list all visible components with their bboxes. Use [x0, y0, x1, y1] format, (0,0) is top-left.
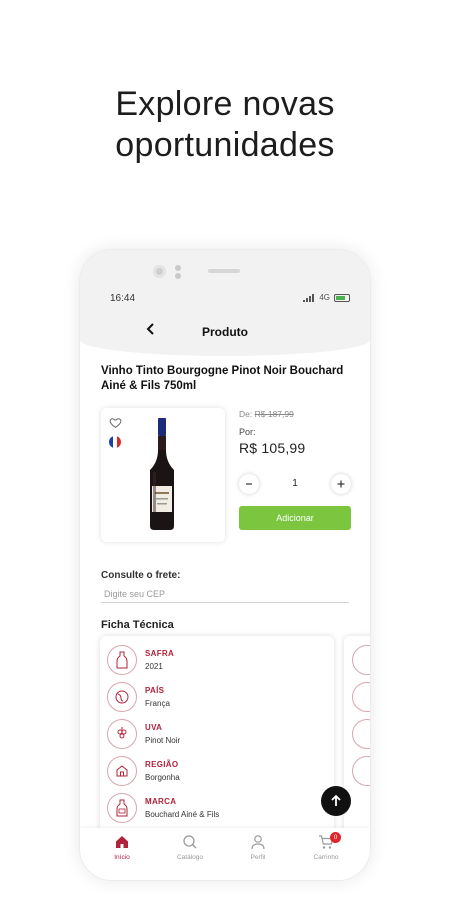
spec-item-marca: MARCA Bouchard Ainé & Fils — [100, 790, 334, 827]
camera-icon — [153, 265, 166, 278]
nav-item-perfil[interactable]: Perfil — [228, 834, 288, 861]
ficha-tecnica-card: SAFRA 2021 PAÍS França UVA Pinot Noir RE… — [100, 636, 334, 836]
nav-item-catalogo[interactable]: Catálogo — [160, 834, 220, 861]
status-icons: 4G — [303, 293, 350, 302]
product-header: Produto — [80, 308, 370, 356]
globe-icon — [107, 682, 137, 712]
spec-item-uva: UVA Pinot Noir — [100, 716, 334, 753]
spec-item — [344, 753, 370, 790]
status-time: 16:44 — [110, 293, 136, 304]
sensor-dot — [175, 265, 181, 271]
network-type: 4G — [319, 293, 330, 302]
spec-value: França — [145, 699, 170, 708]
nav-item-carrinho[interactable]: 0 Carrinho — [296, 832, 356, 861]
sensor-dot — [175, 273, 181, 279]
heart-icon[interactable] — [109, 416, 122, 429]
spec-label: PAÍS — [145, 686, 165, 695]
product-row: De: R$ 187,99 Por: R$ 105,99 1 Adicionar — [101, 408, 353, 542]
arrow-up-icon — [331, 794, 341, 806]
headline-line-2: oportunidades — [115, 126, 335, 164]
cart-count-badge: 0 — [330, 832, 341, 843]
spec-label: REGIÃO — [145, 760, 179, 769]
status-bar: 16:44 4G — [80, 290, 370, 308]
signal-icon — [303, 293, 315, 302]
old-price: De: R$ 187,99 — [239, 409, 353, 419]
france-flag-icon — [109, 436, 121, 448]
home-icon — [116, 836, 128, 848]
spec-item-pais: PAÍS França — [100, 679, 334, 716]
headline: Explore novas oportunidades — [0, 84, 450, 166]
battery-icon — [334, 293, 350, 302]
spec-item-regiao: REGIÃO Borgonha — [100, 753, 334, 790]
phone-mockup: 16:44 4G Produto Vinho Tinto Bourgogne P… — [80, 250, 370, 880]
plus-icon — [337, 480, 345, 488]
spec-icon — [352, 719, 370, 749]
old-price-prefix: De: — [239, 409, 253, 419]
spec-item — [344, 716, 370, 753]
add-to-cart-button[interactable]: Adicionar — [239, 506, 351, 530]
cep-input[interactable] — [101, 585, 349, 603]
wine-bottle-icon — [107, 645, 137, 675]
spec-icon — [352, 756, 370, 786]
ficha-tecnica-title: Ficha Técnica — [101, 619, 174, 631]
product-name: Vinho Tinto Bourgogne Pinot Noir Bouchar… — [101, 365, 344, 392]
spec-label: MARCA — [145, 797, 177, 806]
spec-item — [344, 642, 370, 679]
nav-label: Carrinho — [313, 854, 339, 861]
increase-quantity-button[interactable] — [331, 474, 351, 494]
shipping-label: Consulte o frete: — [101, 570, 181, 581]
grapes-icon — [107, 719, 137, 749]
spec-icon — [352, 645, 370, 675]
user-icon — [251, 835, 265, 850]
nav-item-inicio[interactable]: Início — [92, 834, 152, 861]
nav-label: Catálogo — [176, 854, 204, 861]
nav-label: Início — [114, 854, 130, 861]
bottle-brand-icon — [107, 793, 137, 823]
speaker-grille — [208, 269, 240, 273]
old-price-value: R$ 187,99 — [254, 409, 294, 419]
headline-line-1: Explore novas — [115, 85, 335, 123]
spec-label: UVA — [145, 723, 163, 732]
product-image-card — [101, 408, 225, 542]
page-title: Produto — [202, 325, 248, 339]
spec-label: SAFRA — [145, 649, 175, 658]
spec-value: Bouchard Ainé & Fils — [145, 810, 220, 819]
product-content: Vinho Tinto Bourgogne Pinot Noir Bouchar… — [101, 362, 353, 631]
spec-value: Pinot Noir — [145, 736, 181, 745]
spec-icon — [352, 682, 370, 712]
price-prefix: Por: — [239, 427, 256, 437]
quantity-stepper: 1 — [239, 474, 353, 494]
price-column: De: R$ 187,99 Por: R$ 105,99 1 Adicionar — [239, 408, 353, 530]
scroll-to-top-button[interactable] — [321, 786, 351, 816]
nav-label: Perfil — [250, 854, 266, 861]
spec-value: 2021 — [145, 662, 163, 671]
wine-bottle-image — [150, 418, 174, 530]
current-price: R$ 105,99 — [239, 440, 306, 456]
spec-item-safra: SAFRA 2021 — [100, 642, 334, 679]
spec-value: Borgonha — [145, 773, 180, 782]
spec-item — [344, 679, 370, 716]
bottom-navigation: Início Catálogo Perfil 0 Carrinho — [80, 828, 370, 880]
search-icon — [183, 835, 197, 849]
region-icon — [107, 756, 137, 786]
